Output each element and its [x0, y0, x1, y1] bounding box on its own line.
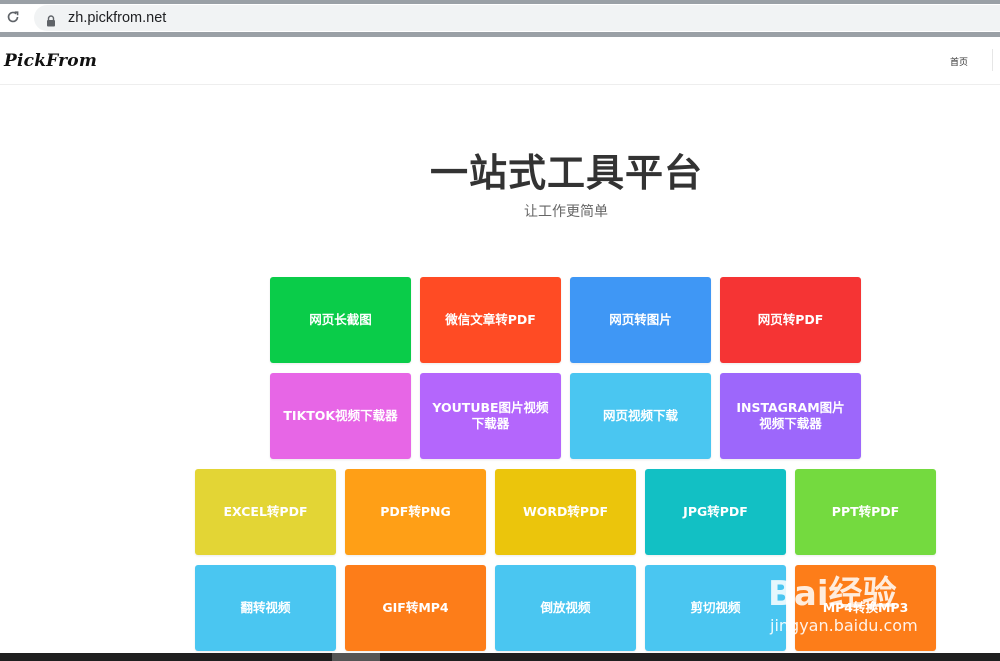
- tool-tile-wechat-to-pdf[interactable]: 微信文章转PDF: [420, 277, 561, 363]
- tile-label: 翻转视频: [240, 600, 291, 615]
- url-field[interactable]: zh.pickfrom.net: [34, 5, 1000, 31]
- tile-label: 微信文章转PDF: [445, 312, 536, 327]
- tool-tile-word-to-pdf[interactable]: WORD转PDF: [495, 469, 636, 555]
- tile-label: WORD转PDF: [523, 504, 608, 519]
- tool-tile-flip-video[interactable]: 翻转视频: [195, 565, 336, 651]
- lock-icon: [46, 12, 56, 27]
- tool-tile-web-long-screenshot[interactable]: 网页长截图: [270, 277, 411, 363]
- tile-label: EXCEL转PDF: [223, 504, 308, 519]
- tile-label: GIF转MP4: [382, 600, 449, 615]
- page-title: 一站式工具平台: [430, 151, 704, 195]
- tool-tile-gif-to-mp4[interactable]: GIF转MP4: [345, 565, 486, 651]
- tool-tile-ppt-to-pdf[interactable]: PPT转PDF: [795, 469, 936, 555]
- tile-label: 网页转PDF: [757, 312, 824, 327]
- scrollbar-thumb[interactable]: [332, 653, 380, 661]
- tool-tile-web-to-image[interactable]: 网页转图片: [570, 277, 711, 363]
- baidu-jingyan-watermark: Bai经验 jingyan.baidu.com: [760, 558, 996, 644]
- site-navbar: PickFrom 首页: [0, 37, 1000, 85]
- tile-label: 剪切视频: [690, 600, 741, 615]
- tile-label: 网页转图片: [609, 312, 672, 327]
- page-subtitle: 让工作更简单: [524, 204, 608, 220]
- site-logo[interactable]: PickFrom: [4, 51, 97, 71]
- tool-tile-pdf-to-png[interactable]: PDF转PNG: [345, 469, 486, 555]
- taskbar-strip: [0, 653, 1000, 661]
- tile-label: PPT转PDF: [831, 504, 900, 519]
- nav-divider: [992, 49, 993, 71]
- tool-tile-web-video-download[interactable]: 网页视频下载: [570, 373, 711, 459]
- tile-label: INSTAGRAM图片视频下载器: [736, 400, 845, 431]
- tile-label: 网页视频下载: [602, 408, 678, 423]
- nav-link-home[interactable]: 首页: [950, 55, 968, 68]
- browser-address-bar: zh.pickfrom.net: [0, 4, 1000, 32]
- tool-tile-tiktok-downloader[interactable]: TIKTOK视频下载器: [270, 373, 411, 459]
- tool-tile-jpg-to-pdf[interactable]: JPG转PDF: [645, 469, 786, 555]
- url-text: zh.pickfrom.net: [68, 10, 167, 26]
- tile-label: 网页长截图: [309, 312, 372, 327]
- tool-tile-youtube-downloader[interactable]: YOUTUBE图片视频下载器: [420, 373, 561, 459]
- reload-icon[interactable]: [4, 8, 22, 26]
- tool-tile-reverse-video[interactable]: 倒放视频: [495, 565, 636, 651]
- tile-label: 倒放视频: [540, 600, 591, 615]
- tool-tile-web-to-pdf[interactable]: 网页转PDF: [720, 277, 861, 363]
- watermark-brand: Bai经验: [768, 574, 897, 614]
- tool-tile-excel-to-pdf[interactable]: EXCEL转PDF: [195, 469, 336, 555]
- tile-label: YOUTUBE图片视频下载器: [432, 400, 549, 431]
- tile-label: PDF转PNG: [380, 504, 451, 519]
- watermark-domain: jingyan.baidu.com: [770, 616, 918, 635]
- tile-label: JPG转PDF: [683, 504, 748, 519]
- tile-label: TIKTOK视频下载器: [283, 408, 398, 423]
- tool-tile-instagram-downloader[interactable]: INSTAGRAM图片视频下载器: [720, 373, 861, 459]
